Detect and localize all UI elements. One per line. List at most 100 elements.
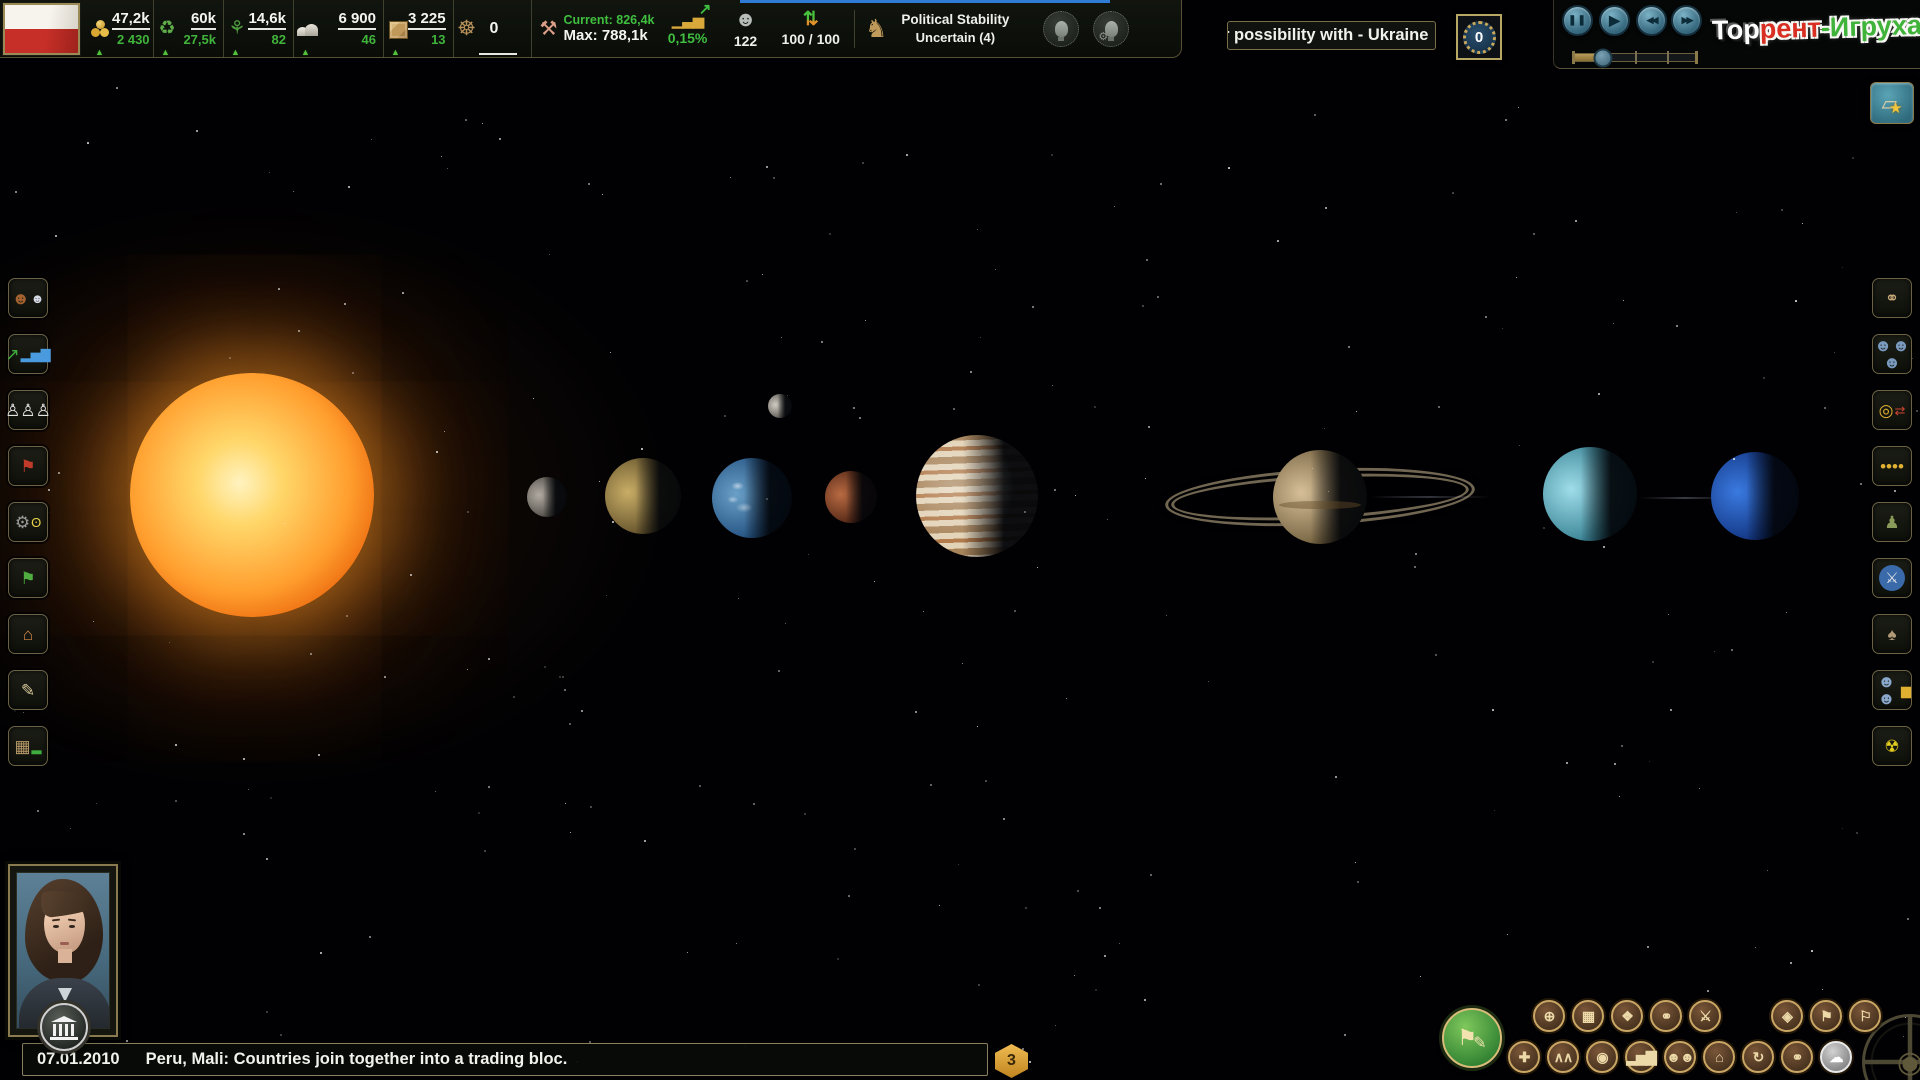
growth-indicator[interactable]: ▁▃▅ ↗ 0,15% [666,1,712,46]
map-mode-alliances[interactable]: ⚭ [1781,1041,1813,1073]
sidebar-budget[interactable]: ▦ ▂ [8,726,48,766]
sidebar-trade[interactable]: ◎ ⇄ [1872,390,1912,430]
resource-shipping[interactable]: ☸ 0 [454,0,532,57]
idea-gear-bulb-button[interactable]: ⚙ [1093,10,1130,47]
slider-handle[interactable] [1593,48,1613,67]
fast-forward-button[interactable]: ▶▶ [1671,5,1702,36]
capacity-indicator[interactable]: ⇅ 100 / 100 [782,9,840,48]
trend-up-icon: ▲ [301,47,310,57]
shipping-value: 0 [489,19,499,37]
star [1916,410,1918,412]
star [196,130,198,132]
war-possibility-ticker[interactable]: r possibility with - Ukraine [1227,21,1436,50]
resource-money[interactable]: ▲ 47,2k 2 430 [88,0,154,57]
sidebar-missions[interactable]: ⚑ [8,446,48,486]
solar-system-map[interactable] [0,0,1920,1080]
star [865,320,866,321]
advisor-portrait[interactable] [8,864,118,1051]
star [610,352,612,354]
star [1811,950,1813,952]
sidebar-icon-extra: ⇄ [1894,402,1906,418]
star [862,162,865,165]
resource-delta: 2 430 [117,32,150,47]
star [1312,468,1313,469]
star [243,758,245,760]
pause-button[interactable]: ❚❚ [1562,5,1593,36]
news-count: 3 [1007,1052,1016,1069]
map-mode-world[interactable]: ⊕ [1533,1000,1565,1032]
map-mode-icon: ▂▅▇ [1626,1049,1656,1065]
map-mode-espionage[interactable]: ◉ [1586,1041,1618,1073]
star [1277,240,1279,242]
sidebar-nuclear[interactable]: ☢ [1872,726,1912,766]
star [1518,107,1520,109]
map-mode-influence[interactable]: ⚑ [1810,1000,1842,1032]
workforce-max: Max: 788,1k [563,27,648,44]
workforce-indicator[interactable]: ⚒ Current: 826,4k Max: 788,1k [532,13,655,44]
map-mode-resources[interactable]: ◈ [1771,1000,1803,1032]
government-building-badge[interactable] [40,1003,88,1051]
sidebar-military[interactable]: ♟ [1872,502,1912,542]
research-heads-indicator[interactable]: ☻ 122 [724,8,768,48]
idea-bulb-button[interactable] [1043,10,1080,47]
sidebar-wars[interactable]: ⚔ [1872,558,1912,598]
sidebar-diplomacy[interactable]: ⚭ [1872,278,1912,318]
map-mode-ranks[interactable]: ∧∧ [1547,1041,1579,1073]
map-mode-regions[interactable]: ✚ [1508,1041,1540,1073]
sidebar-icon-extra: ☻ [30,290,45,306]
star [447,168,448,169]
rewind-button[interactable]: ◀◀ [1636,5,1667,36]
map-mode-economy[interactable]: ▂▅▇ [1625,1041,1657,1073]
resource-agriculture[interactable]: ⚘ ▲ 14,6k 82 [224,0,294,57]
sidebar-laws[interactable]: ✎ [8,670,48,710]
resource-renewables[interactable]: ♻ ▲ 60k 27,5k [154,0,224,57]
star [1822,989,1823,990]
war-counter-button[interactable]: 0 [1456,14,1502,60]
planet-neptune [1711,452,1799,540]
resource-minerals[interactable]: ▲ 6 900 46 [294,0,384,57]
map-mode-military[interactable]: ⚔ [1689,1000,1721,1032]
sidebar-construction[interactable]: ⌂ [8,614,48,654]
sidebar-icon: ↗ [5,344,20,364]
game-speed-slider[interactable] [1572,48,1698,67]
star [1494,810,1495,811]
poland-flag[interactable] [3,3,80,55]
play-button[interactable]: ▶ [1599,5,1630,36]
map-mode-population[interactable]: ☻☻ [1664,1041,1696,1073]
map-mode-trade[interactable]: ↻ [1742,1041,1774,1073]
sidebar-organizations[interactable]: ☻☻☻ [1872,334,1912,374]
map-paint-mode-button[interactable]: ⚑ ✎ [1442,1008,1502,1068]
sidebar-more[interactable]: •••• [1872,446,1912,486]
map-mode-icon: ❖ [1621,1008,1634,1024]
planet-sun [130,373,374,617]
star [384,676,386,678]
sidebar-government[interactable]: ☻ ☻ [8,278,48,318]
map-mode-relations[interactable]: ⚭ [1650,1000,1682,1032]
political-stability[interactable]: ♞ Political Stability Uncertain (4) [865,12,1015,45]
news-ticker[interactable]: 07.01.2010 Peru, Mali: Countries join to… [22,1043,988,1076]
sidebar-politics[interactable]: ⚑ [8,558,48,598]
sidebar-icon: ⚙ [14,512,31,532]
sidebar-espionage[interactable]: ♠ [1872,614,1912,654]
resource-goods[interactable]: ▲ 3 225 13 [384,0,454,57]
sidebar-economy[interactable]: ↗ ▂▅▇ [5,334,51,374]
war-counter-value: 0 [1462,20,1496,54]
star [1543,527,1546,530]
star [1755,947,1757,949]
sidebar-elections[interactable]: ☻☻ ▆ [1872,670,1912,710]
map-mode-claims[interactable]: ⚐ [1849,1000,1881,1032]
trend-up-icon: ▲ [391,47,400,57]
events-notification-button[interactable]: ▱ ★ [1870,82,1914,124]
sidebar-icon: ☻☻ [1877,672,1896,708]
map-mode-factions[interactable]: ❖ [1611,1000,1643,1032]
map-mode-technology[interactable]: ▦ [1572,1000,1604,1032]
sidebar-population[interactable]: ♙♙♙ [5,390,51,430]
map-mode-weather[interactable]: ☁ [1820,1041,1852,1073]
map-mode-government[interactable]: ⌂ [1703,1041,1735,1073]
sidebar-research[interactable]: ⚙ ʘ [8,502,48,542]
star [599,481,601,483]
star [853,407,855,409]
star [602,194,604,196]
portrait-eye [69,925,75,928]
sidebar-icon: ☢ [1884,736,1900,756]
